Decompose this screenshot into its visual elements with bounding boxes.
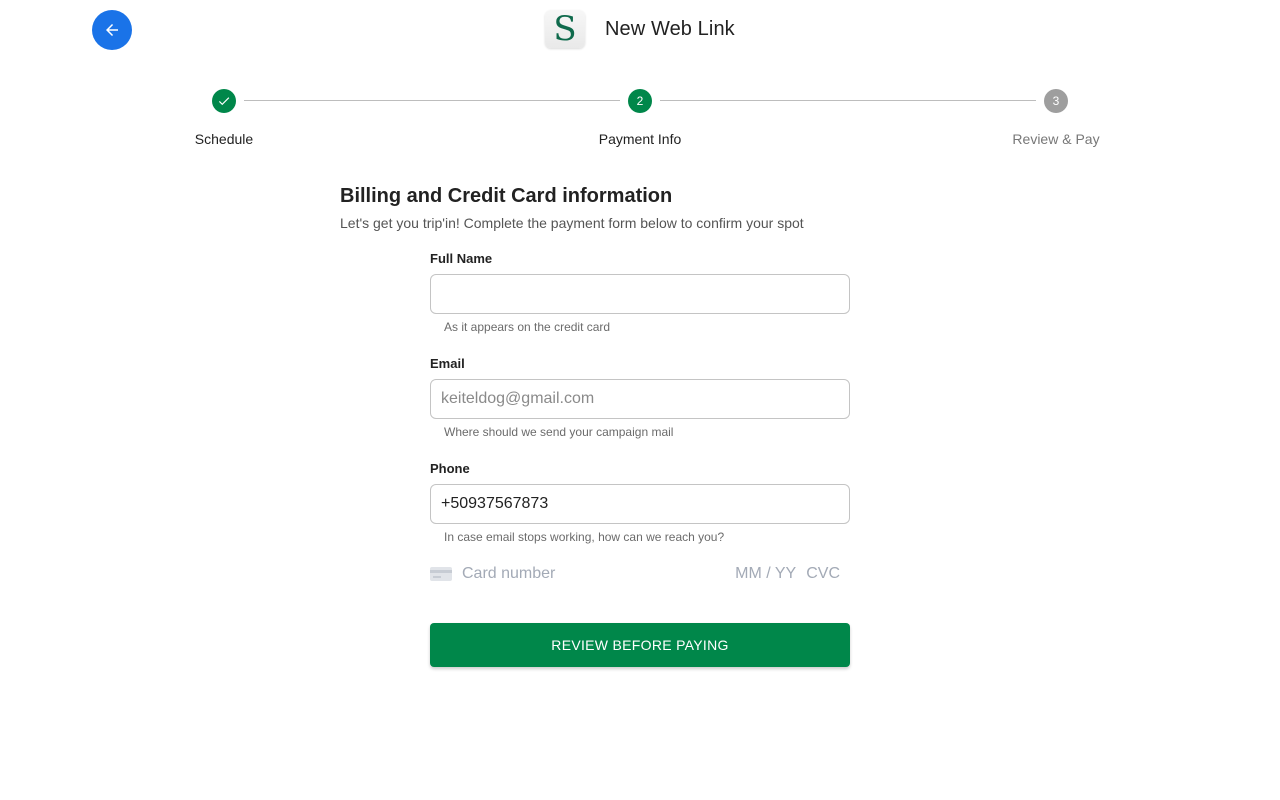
review-before-paying-button[interactable]: REVIEW BEFORE PAYING [430,623,850,667]
step-connector-2 [660,100,1036,101]
form-title: Billing and Credit Card information [340,185,673,207]
credit-card-icon [430,567,452,581]
step-2-circle: 2 [628,89,652,113]
brand: S New Web Link [545,10,735,48]
step-1-circle [212,89,236,113]
app-logo: S [545,10,585,48]
step-1-label: Schedule [194,131,254,147]
email-input[interactable] [430,379,850,419]
phone-helper: In case email stops working, how can we … [444,530,725,544]
step-3-circle: 3 [1044,89,1068,113]
card-field[interactable]: Card number MM / YY CVC [430,560,850,588]
card-expiry-input[interactable]: MM / YY [735,565,796,583]
step-3-number: 3 [1052,94,1060,108]
logo-letter: S [553,9,577,49]
phone-input[interactable] [430,484,850,524]
step-2-number: 2 [636,94,644,108]
email-helper: Where should we send your campaign mail [444,425,674,439]
arrow-left-icon [106,24,118,36]
step-2-label: Payment Info [598,131,682,147]
full-name-label: Full Name [430,251,493,266]
email-label: Email [430,356,465,371]
payment-page: S New Web Link 2 3 Schedule Payment Info… [0,0,1280,800]
app-title: New Web Link [605,17,735,40]
check-icon [218,97,230,106]
full-name-input[interactable] [430,274,850,314]
card-cvc-input[interactable]: CVC [806,565,840,583]
card-number-input[interactable]: Card number [462,565,735,583]
step-connector-1 [244,100,620,101]
full-name-helper: As it appears on the credit card [444,320,611,334]
form-subtitle: Let's get you trip'in! Complete the paym… [340,215,804,231]
phone-label: Phone [430,461,470,476]
back-button[interactable] [92,10,132,50]
step-3-label: Review & Pay [1012,131,1100,147]
